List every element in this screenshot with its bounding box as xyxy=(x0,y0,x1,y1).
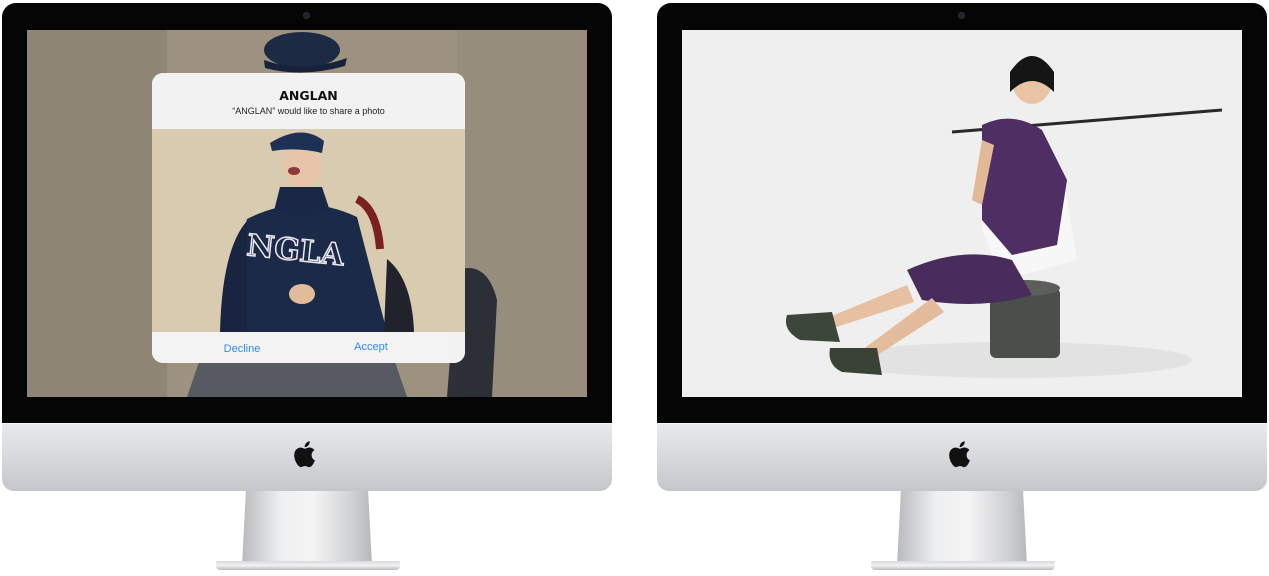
camera-icon xyxy=(959,13,964,18)
right-imac xyxy=(657,3,1267,576)
apple-logo-icon xyxy=(949,441,970,468)
shared-photo-preview: NGLA xyxy=(152,129,465,332)
dialog-header: ANGLAN “ANGLAN” would like to share a ph… xyxy=(152,73,465,129)
decline-button[interactable]: Decline xyxy=(182,334,302,363)
dialog-message: “ANGLAN” would like to share a photo xyxy=(232,106,385,116)
left-imac: ANGLAN “ANGLAN” would like to share a ph… xyxy=(2,3,612,576)
camera-icon xyxy=(304,13,309,18)
apple-logo-icon xyxy=(294,441,315,468)
monitor-stand xyxy=(897,491,1027,565)
monitor-foot xyxy=(871,561,1055,570)
monitor-chin xyxy=(2,423,612,491)
monitor-bezel: ANGLAN “ANGLAN” would like to share a ph… xyxy=(2,3,612,423)
dialog-actions: Decline Accept xyxy=(152,332,465,363)
monitor-chin xyxy=(657,423,1267,491)
monitor-bezel xyxy=(657,3,1267,423)
accept-button[interactable]: Accept xyxy=(311,332,431,363)
fashion-photo xyxy=(682,30,1242,397)
monitor-stand xyxy=(242,491,372,565)
right-screen xyxy=(682,30,1242,397)
share-photo-dialog: ANGLAN “ANGLAN” would like to share a ph… xyxy=(152,73,465,363)
monitor-foot xyxy=(216,561,400,570)
left-screen: ANGLAN “ANGLAN” would like to share a ph… xyxy=(27,30,587,397)
dialog-title: ANGLAN xyxy=(279,88,338,103)
